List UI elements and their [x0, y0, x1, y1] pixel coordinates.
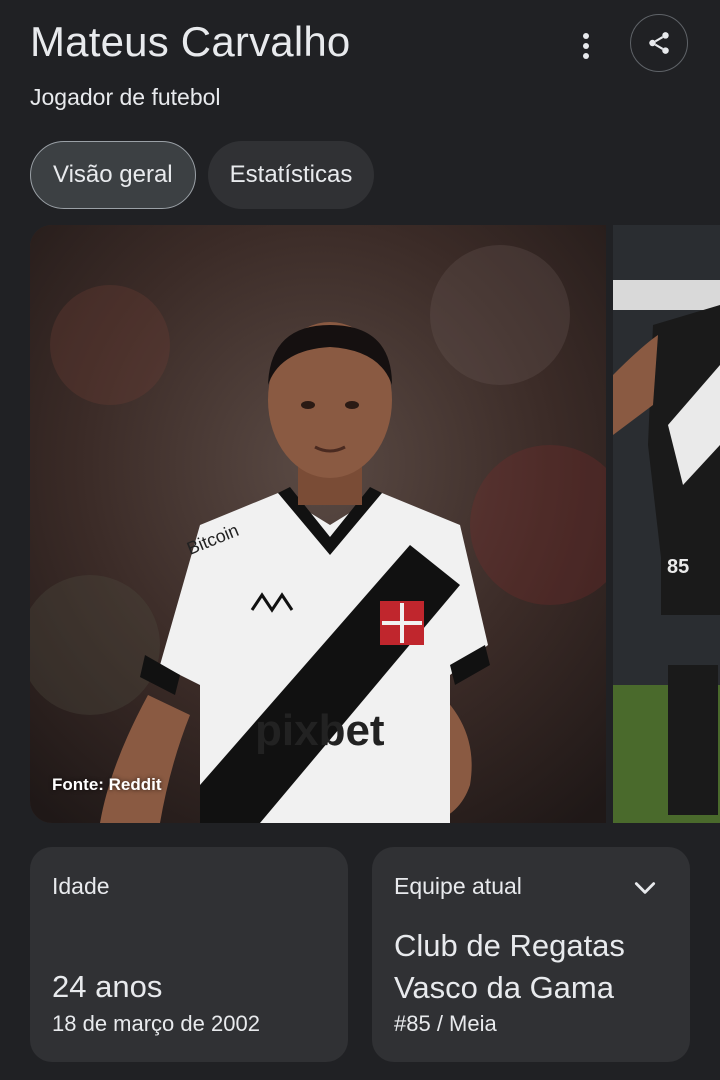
knowledge-panel: Mateus Carvalho Jogador de futebol Visão…	[0, 0, 720, 1080]
player-photo-second[interactable]: 85	[613, 225, 720, 823]
page-title: Mateus Carvalho	[30, 18, 351, 65]
team-number-position: #85 / Meia	[394, 1011, 497, 1036]
birth-date: 18 de março de 2002	[52, 1011, 260, 1036]
page-subtitle: Jogador de futebol	[30, 84, 221, 110]
team-name: Club de Regatas Vasco da Gama	[394, 928, 625, 1005]
age-card-label: Idade	[52, 873, 110, 899]
team-card-label: Equipe atual	[394, 873, 522, 899]
shirt-sponsor-text: pixbet	[255, 706, 385, 755]
player-photo-second-image: 85	[613, 225, 720, 823]
player-photo-main[interactable]: pixbet Bitcoin Fonte: Reddit	[30, 225, 606, 823]
tab-overview[interactable]: Visão geral	[30, 141, 196, 209]
age-card: Idade 24 anos 18 de março de 2002	[30, 847, 348, 1062]
tab-bar: Visão geral Estatísticas	[30, 141, 375, 209]
photo-credit: Fonte: Reddit	[52, 775, 162, 794]
tab-statistics[interactable]: Estatísticas	[207, 141, 375, 209]
share-button[interactable]	[630, 14, 688, 72]
second-photo-shirt-number: 85	[667, 556, 689, 578]
more-vert-icon	[583, 33, 589, 59]
current-team-card[interactable]: Equipe atual Club de Regatas Vasco da Ga…	[372, 847, 690, 1062]
chevron-down-icon[interactable]	[632, 875, 658, 901]
player-photo-image: pixbet Bitcoin	[30, 225, 606, 823]
age-value: 24 anos	[52, 969, 163, 1004]
share-icon	[649, 32, 669, 54]
more-options-button[interactable]	[566, 26, 606, 66]
